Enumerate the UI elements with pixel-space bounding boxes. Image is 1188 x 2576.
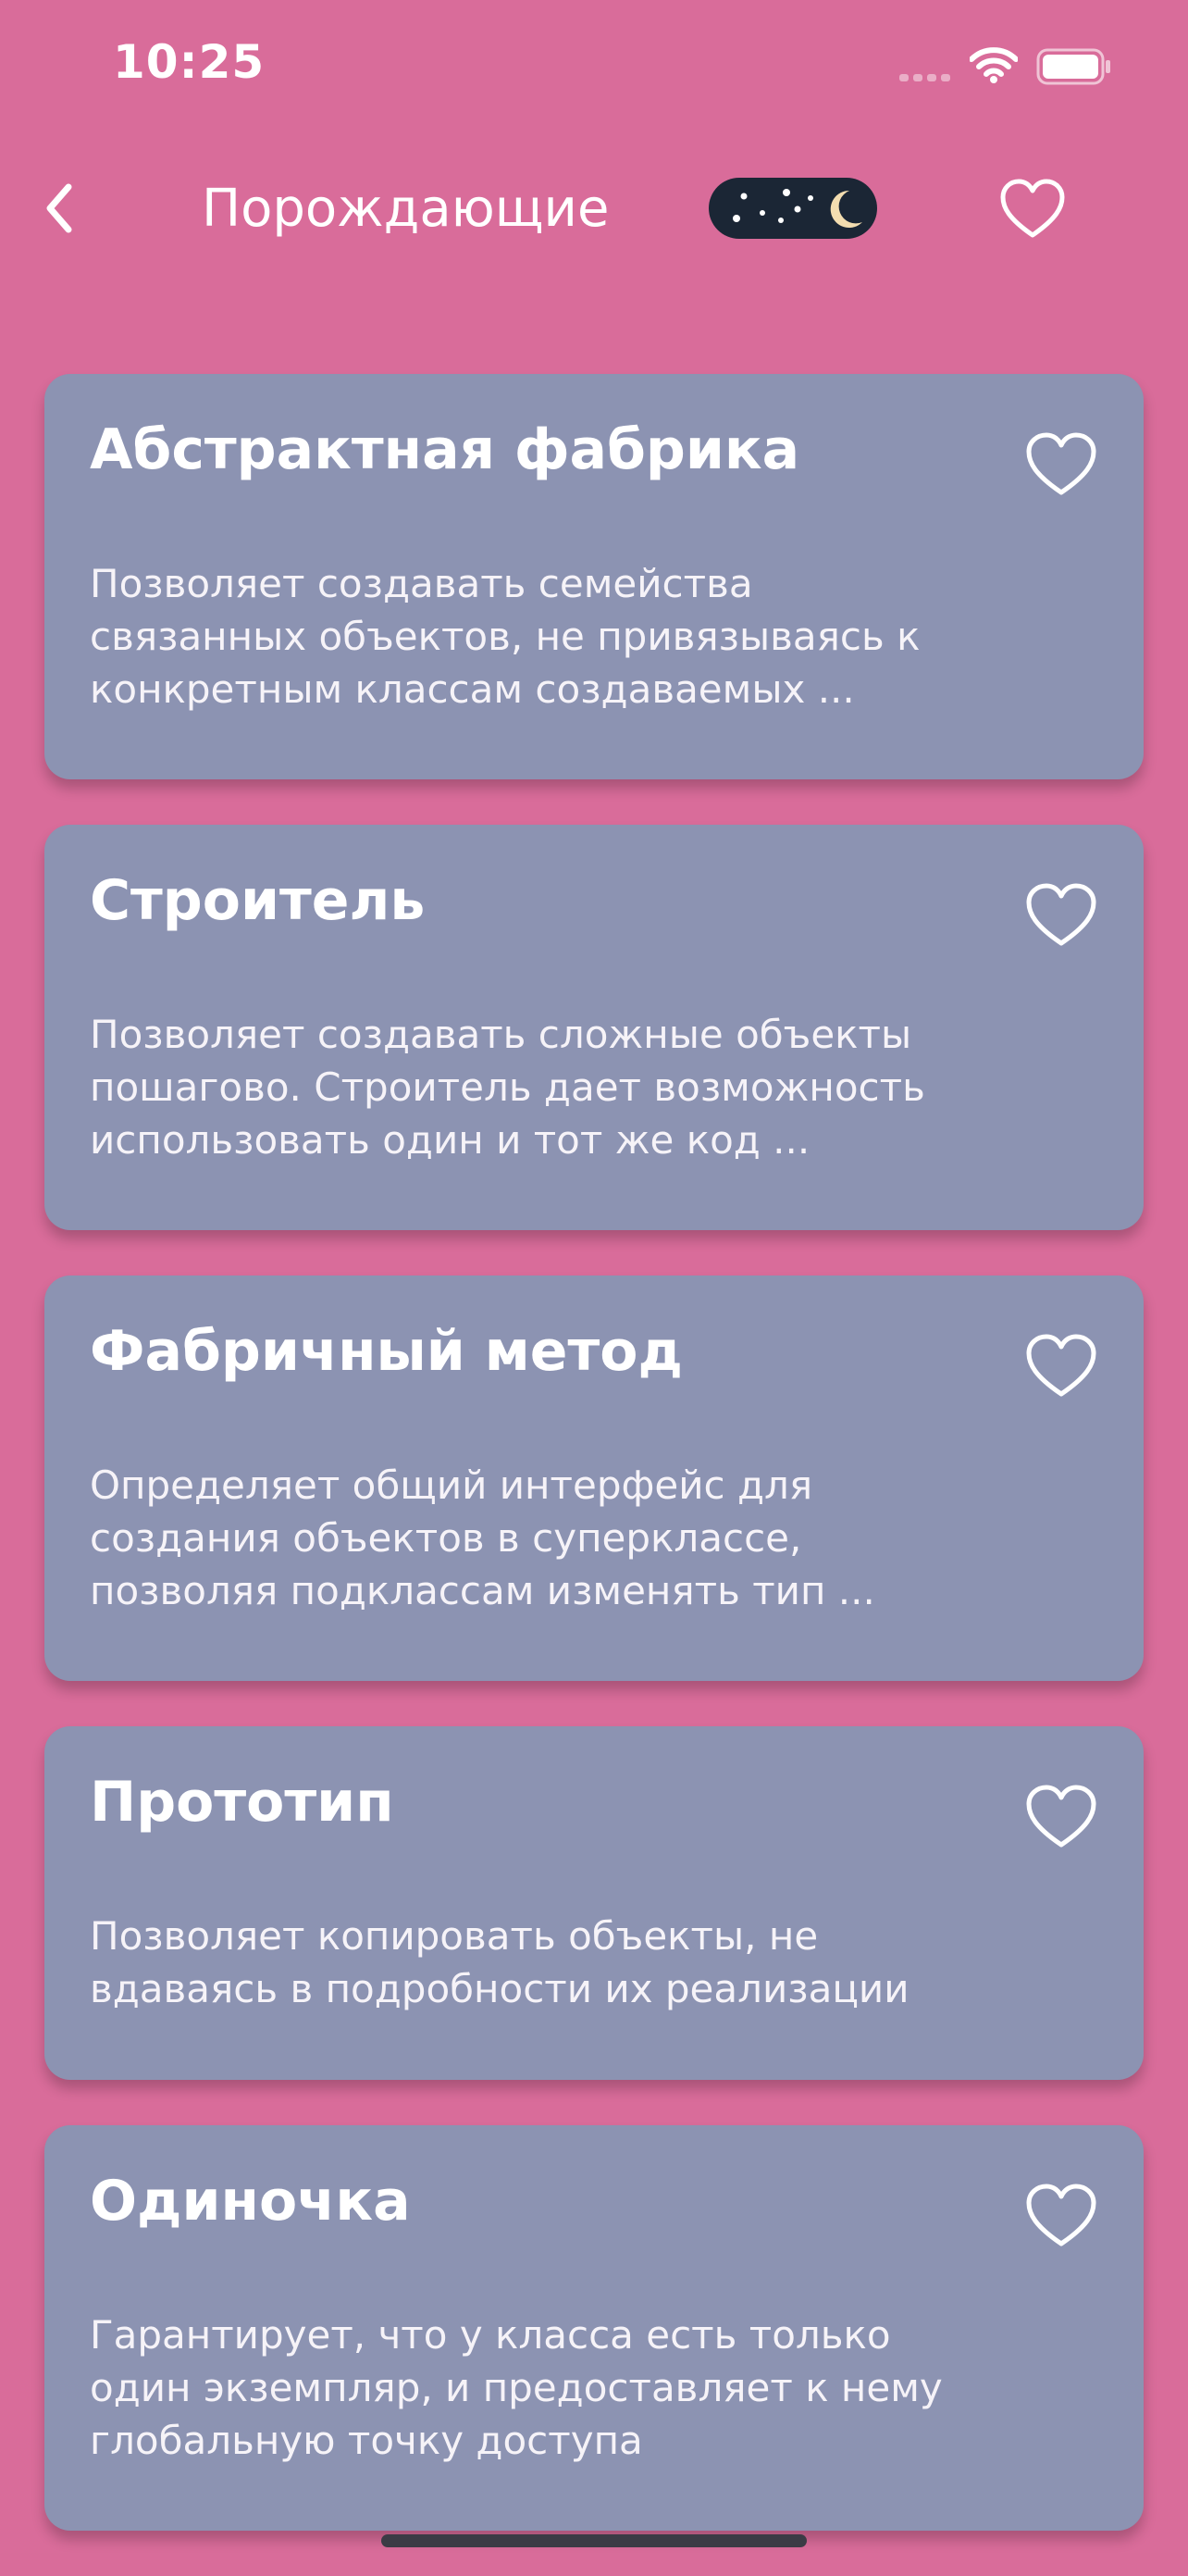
pattern-card[interactable]: Абстрактная фабрика Позволяет создавать …: [44, 374, 1144, 779]
heart-outline-icon[interactable]: [1025, 1333, 1097, 1400]
pattern-card[interactable]: Строитель Позволяет создавать сложные об…: [44, 825, 1144, 1230]
pattern-title: Одиночка: [90, 2169, 411, 2234]
pattern-card[interactable]: Одиночка Гарантирует, что у класса есть …: [44, 2125, 1144, 2531]
cellular-signal-icon: [899, 74, 950, 81]
pattern-description: Позволяет копировать объекты, не вдаваяс…: [90, 1913, 910, 2011]
battery-icon: [1036, 48, 1110, 85]
navigation-bar: Порождающие: [0, 139, 1188, 278]
pattern-description: Гарантирует, что у класса есть только од…: [90, 2312, 943, 2463]
pattern-title: Абстрактная фабрика: [90, 417, 800, 482]
pattern-card[interactable]: Прототип Позволяет копировать объекты, н…: [44, 1726, 1144, 2080]
status-time: 10:25: [113, 35, 266, 89]
home-indicator[interactable]: [381, 2534, 807, 2547]
night-moon-icon: [733, 189, 862, 228]
heart-outline-icon[interactable]: [1025, 1784, 1097, 1850]
pattern-title: Строитель: [90, 868, 426, 933]
pattern-description: Определяет общий интерфейс для создания …: [90, 1462, 875, 1613]
pattern-list: Абстрактная фабрика Позволяет создавать …: [44, 374, 1144, 2576]
pattern-description: Позволяет создавать сложные объекты поша…: [90, 1012, 925, 1163]
heart-outline-icon[interactable]: [999, 178, 1066, 241]
pattern-description: Позволяет создавать семейства связанных …: [90, 561, 921, 712]
page-title: Порождающие: [202, 179, 610, 239]
heart-outline-icon[interactable]: [1025, 431, 1097, 498]
pattern-card[interactable]: Фабричный метод Определяет общий интерфе…: [44, 1276, 1144, 1681]
pattern-title: Прототип: [90, 1770, 394, 1835]
status-bar: 10:25: [0, 0, 1188, 139]
theme-toggle[interactable]: [709, 178, 877, 239]
wifi-icon: [970, 47, 1018, 83]
heart-outline-icon[interactable]: [1025, 882, 1097, 949]
chevron-left-icon[interactable]: [37, 176, 83, 241]
heart-outline-icon[interactable]: [1025, 2183, 1097, 2249]
pattern-title: Фабричный метод: [90, 1319, 683, 1384]
